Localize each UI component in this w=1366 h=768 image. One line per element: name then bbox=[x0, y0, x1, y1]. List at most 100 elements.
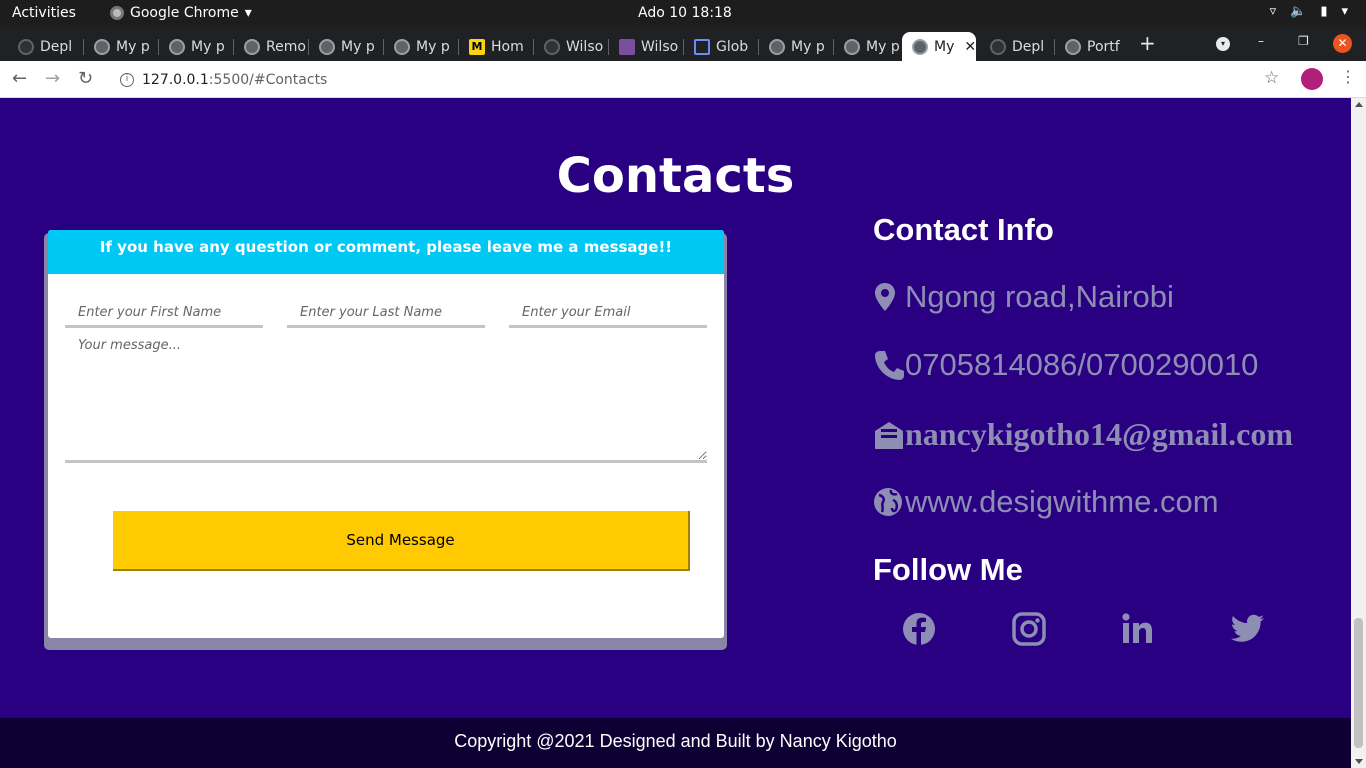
globe-icon bbox=[844, 38, 860, 55]
layers-icon bbox=[244, 38, 260, 55]
tab-label: My p bbox=[866, 38, 900, 55]
page-footer: Copyright @2021 Designed and Built by Na… bbox=[0, 718, 1351, 768]
tab-14[interactable]: Depl bbox=[980, 32, 1052, 61]
phone-line: 0705814086/0700290010 bbox=[873, 347, 1258, 383]
tab-3[interactable]: My p bbox=[159, 32, 231, 61]
minimize-button[interactable]: – bbox=[1258, 34, 1264, 48]
reload-icon[interactable]: ↻ bbox=[78, 68, 93, 89]
tab-label: My p bbox=[791, 38, 825, 55]
linkedin-icon[interactable] bbox=[1117, 609, 1157, 649]
github-icon bbox=[18, 38, 34, 55]
phone-icon bbox=[875, 351, 904, 380]
tab-search-icon[interactable]: ▾ bbox=[1216, 37, 1230, 51]
system-top-bar: Activities Google Chrome ▾ Ado 10 18:18 … bbox=[0, 0, 1366, 27]
app-menu[interactable]: Google Chrome ▾ bbox=[110, 5, 252, 21]
tab-1[interactable]: Depl bbox=[8, 32, 80, 61]
tab-label: My bbox=[934, 38, 955, 55]
location-pin-icon bbox=[875, 283, 895, 311]
instagram-icon[interactable] bbox=[1009, 609, 1049, 649]
tab-9[interactable]: Wilso bbox=[609, 32, 681, 61]
tab-7[interactable]: M Hom bbox=[459, 32, 531, 61]
location-line: Ngong road,Nairobi bbox=[873, 279, 1174, 315]
tab-label: Portf bbox=[1087, 38, 1120, 55]
form-header: If you have any question or comment, ple… bbox=[48, 230, 724, 274]
envelope-open-text-icon bbox=[875, 421, 903, 449]
tab-2[interactable]: My p bbox=[84, 32, 156, 61]
email-text[interactable]: nancykigotho14@gmail.com bbox=[905, 416, 1293, 453]
tab-label: My p bbox=[191, 38, 225, 55]
follow-heading: Follow Me bbox=[873, 552, 1023, 587]
tab-15[interactable]: Portf bbox=[1055, 32, 1125, 61]
send-message-button[interactable]: Send Message bbox=[113, 511, 690, 571]
scroll-down-icon[interactable] bbox=[1355, 759, 1363, 764]
github-icon bbox=[544, 38, 560, 55]
tab-label: Hom bbox=[491, 38, 524, 55]
website-text[interactable]: www.desigwithme.com bbox=[905, 484, 1219, 520]
close-tab-icon[interactable]: ✕ bbox=[964, 39, 976, 55]
forward-arrow-icon[interactable]: → bbox=[45, 68, 60, 89]
tab-8[interactable]: Wilso bbox=[534, 32, 606, 61]
email-input[interactable] bbox=[509, 300, 707, 328]
activities-button[interactable]: Activities bbox=[12, 5, 76, 21]
tab-12[interactable]: My p bbox=[834, 32, 900, 61]
page-scrollbar[interactable] bbox=[1351, 98, 1366, 768]
bookmark-star-icon[interactable]: ☆ bbox=[1264, 68, 1279, 88]
twitter-icon[interactable] bbox=[1227, 609, 1267, 649]
volume-icon: 🔈 bbox=[1290, 4, 1307, 19]
tab-6[interactable]: My p bbox=[384, 32, 456, 61]
facebook-icon[interactable] bbox=[899, 609, 939, 649]
scroll-thumb[interactable] bbox=[1354, 618, 1363, 748]
last-name-input[interactable] bbox=[287, 300, 485, 328]
message-textarea[interactable] bbox=[65, 336, 707, 463]
url-host: 127.0.0.1 bbox=[142, 71, 209, 88]
tab-label: Wilso bbox=[566, 38, 604, 55]
section-title: Contacts bbox=[556, 148, 795, 204]
chrome-icon bbox=[110, 6, 124, 20]
back-arrow-icon[interactable]: ← bbox=[12, 68, 27, 89]
contact-form: If you have any question or comment, ple… bbox=[48, 230, 724, 638]
tab-label: Depl bbox=[40, 38, 73, 55]
globe-icon bbox=[912, 38, 928, 55]
globe-icon bbox=[874, 488, 902, 516]
battery-icon: ▮ bbox=[1320, 4, 1328, 19]
first-name-input[interactable] bbox=[65, 300, 263, 328]
address-bar[interactable]: i 127.0.0.1:5500/#Contacts bbox=[108, 65, 1290, 94]
chevron-down-icon: ▾ bbox=[1341, 4, 1348, 19]
flag-icon bbox=[694, 38, 710, 55]
caret-down-icon: ▾ bbox=[244, 5, 252, 21]
tab-10[interactable]: Glob bbox=[684, 32, 756, 61]
scroll-up-icon[interactable] bbox=[1355, 102, 1363, 107]
tab-label: My p bbox=[116, 38, 150, 55]
tab-label: Wilso bbox=[641, 38, 679, 55]
tab-4[interactable]: Remo bbox=[234, 32, 306, 61]
more-menu-icon[interactable]: ⋮ bbox=[1340, 67, 1356, 86]
phone-text: 0705814086/0700290010 bbox=[905, 347, 1259, 382]
info-icon[interactable]: i bbox=[120, 72, 134, 87]
close-window-button[interactable]: ✕ bbox=[1333, 34, 1352, 53]
globe-icon bbox=[169, 38, 185, 55]
email-line: nancykigotho14@gmail.com bbox=[873, 416, 1293, 453]
contact-info-heading: Contact Info bbox=[873, 212, 1054, 247]
globe-icon bbox=[1065, 38, 1081, 55]
website-line: www.desigwithme.com bbox=[873, 484, 1219, 520]
url-path: :5500/#Contacts bbox=[208, 71, 328, 88]
globe-icon bbox=[769, 38, 785, 55]
clock[interactable]: Ado 10 18:18 bbox=[638, 5, 732, 21]
tab-11[interactable]: My p bbox=[759, 32, 831, 61]
tab-5[interactable]: My p bbox=[309, 32, 381, 61]
globe-icon bbox=[94, 38, 110, 55]
profile-avatar[interactable] bbox=[1301, 68, 1323, 90]
globe-icon bbox=[319, 38, 335, 55]
location-text: Ngong road,Nairobi bbox=[905, 279, 1174, 314]
contacts-section: Contacts If you have any question or com… bbox=[0, 98, 1351, 768]
tab-label: My p bbox=[341, 38, 375, 55]
tab-label: Depl bbox=[1012, 38, 1045, 55]
m-logo-icon: M bbox=[469, 38, 485, 55]
system-tray[interactable]: ▿ 🔈 ▮ ▾ bbox=[1270, 4, 1348, 19]
app-menu-label: Google Chrome bbox=[130, 5, 239, 21]
maximize-button[interactable]: ❐ bbox=[1298, 34, 1309, 48]
tab-active[interactable]: My ✕ bbox=[902, 32, 976, 61]
tab-label: Remo bbox=[266, 38, 306, 55]
new-tab-button[interactable]: + bbox=[1139, 31, 1156, 55]
network-icon: ▿ bbox=[1269, 4, 1277, 19]
